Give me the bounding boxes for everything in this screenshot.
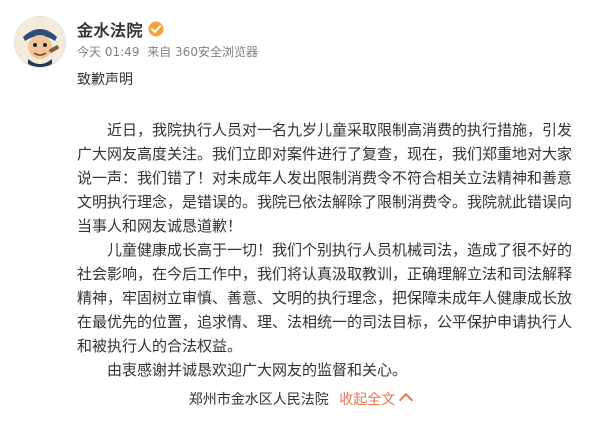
paragraph: 近日，我院执行人员对一名九岁儿童采取限制高消费的执行措施，引发广大网友高度关注。…: [77, 121, 573, 235]
post-content: 近日，我院执行人员对一名九岁儿童采取限制高消费的执行措施，引发广大网友高度关注。…: [77, 118, 582, 382]
author-name[interactable]: 金水法院: [77, 17, 143, 41]
avatar[interactable]: [14, 16, 66, 68]
paragraph: 儿童健康成长高于一切！我们个别执行人员机械司法，造成了很不好的社会影响，在今后工…: [77, 241, 573, 355]
post-title: 致歉声明: [77, 72, 133, 88]
collapse-button[interactable]: 收起全文: [339, 392, 414, 408]
author-row: 金水法院: [77, 17, 164, 41]
collapse-label: 收起全文: [339, 392, 396, 408]
verified-icon: [148, 21, 164, 37]
chevron-up-icon: [399, 392, 414, 408]
post-time[interactable]: 今天 01:49: [77, 45, 139, 59]
post-source[interactable]: 来自 360安全浏览器: [147, 45, 258, 59]
signature-row: 郑州市金水区人民法院 收起全文: [0, 389, 600, 409]
post-meta: 今天 01:49 来自 360安全浏览器: [77, 43, 262, 60]
judge-avatar-icon: [15, 17, 65, 67]
paragraph: 由衷感谢并诚恳欢迎广大网友的监督和关心。: [107, 361, 408, 379]
signature: 郑州市金水区人民法院: [188, 392, 329, 408]
